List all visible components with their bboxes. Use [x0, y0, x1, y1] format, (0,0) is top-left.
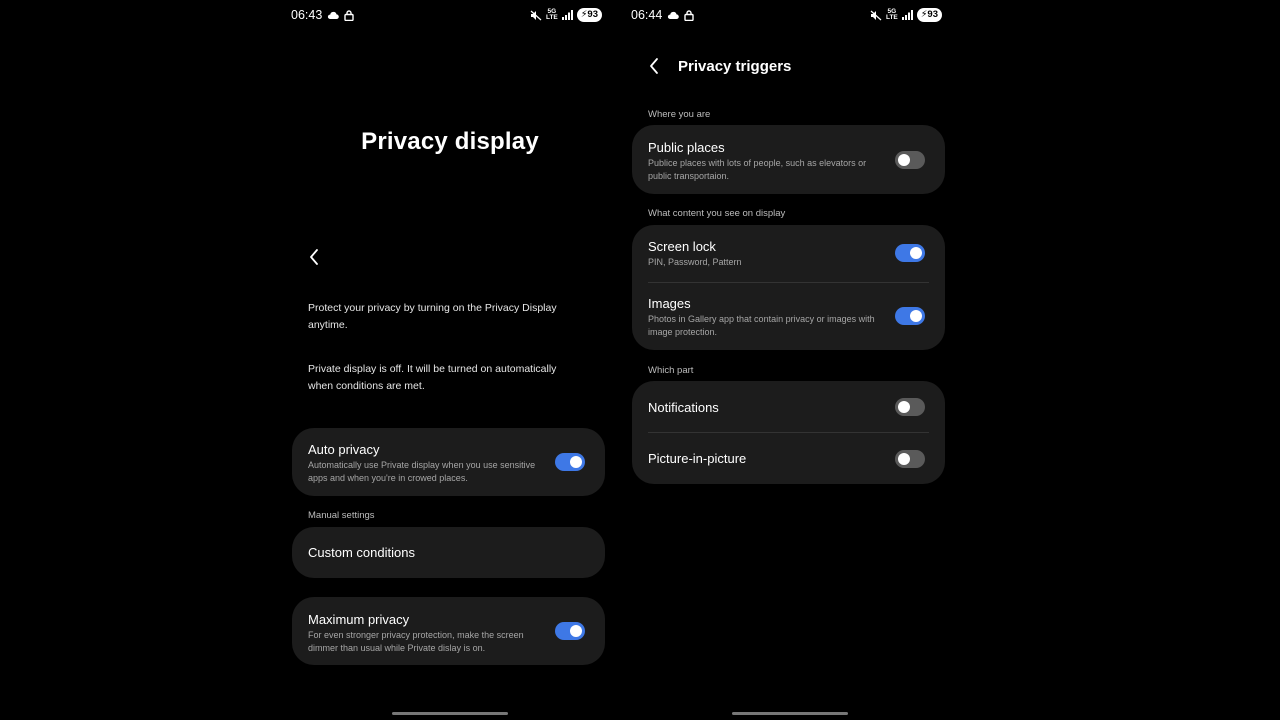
public-places-desc: Publice places with lots of people, such… [648, 158, 867, 181]
manual-settings-label: Manual settings [308, 510, 375, 521]
status-bar: 06:43 5G LTE ⚡93 [291, 7, 602, 25]
status-bar: 06:44 5G LTE ⚡93 [631, 7, 942, 25]
section-where-you-are: Where you are [648, 109, 711, 120]
screen-lock-toggle[interactable] [895, 244, 925, 262]
network-icon: 5G LTE [885, 8, 898, 21]
network-icon: 5G LTE [545, 8, 558, 21]
home-indicator[interactable] [392, 712, 508, 715]
status-time: 06:44 [631, 8, 663, 22]
screen-lock-desc: PIN, Password, Pattern [648, 257, 742, 267]
signal-icon [901, 10, 913, 20]
home-indicator[interactable] [732, 712, 848, 715]
chevron-left-icon [310, 249, 318, 265]
public-places-card[interactable]: Public places Publice places with lots o… [632, 125, 945, 194]
privacy-display-screen: 06:43 5G LTE ⚡93 Privacy display Protect … [280, 0, 620, 720]
lock-icon [344, 9, 354, 21]
section-content-on-display: What content you see on display [648, 208, 786, 219]
auto-privacy-desc: Automatically use Private display when y… [308, 460, 536, 483]
screen-lock-title: Screen lock [648, 239, 716, 254]
custom-conditions-label: Custom conditions [308, 545, 415, 560]
cloud-icon [327, 10, 340, 20]
public-places-toggle[interactable] [895, 151, 925, 169]
auto-privacy-title: Auto privacy [308, 442, 380, 457]
cloud-icon [667, 10, 680, 20]
images-toggle[interactable] [895, 307, 925, 325]
lock-icon [684, 9, 694, 21]
status-time: 06:43 [291, 8, 323, 22]
maximum-privacy-desc: For even stronger privacy protection, ma… [308, 630, 524, 653]
which-part-card: Notifications Picture-in-picture [632, 381, 945, 484]
page-title: Privacy triggers [678, 58, 792, 75]
privacy-triggers-screen: 06:44 5G LTE ⚡93 Privacy triggers Where y… [620, 0, 960, 720]
custom-conditions-item[interactable]: Custom conditions [292, 527, 605, 578]
maximum-privacy-card[interactable]: Maximum privacy For even stronger privac… [292, 597, 605, 665]
pip-toggle[interactable] [895, 450, 925, 468]
pip-title: Picture-in-picture [648, 451, 747, 466]
page-title: Privacy display [361, 128, 539, 155]
auto-privacy-card[interactable]: Auto privacy Automatically use Private d… [292, 428, 605, 496]
battery-indicator: ⚡93 [576, 8, 602, 22]
mute-icon [870, 10, 882, 21]
intro-text: Protect your privacy by turning on the P… [308, 302, 557, 331]
status-text: Private display is off. It will be turne… [308, 363, 557, 392]
notifications-toggle[interactable] [895, 398, 925, 416]
battery-indicator: ⚡93 [916, 8, 942, 22]
notifications-title: Notifications [648, 400, 719, 415]
images-desc: Photos in Gallery app that contain priva… [648, 314, 875, 337]
images-title: Images [648, 296, 691, 311]
public-places-title: Public places [648, 140, 725, 155]
maximum-privacy-title: Maximum privacy [308, 612, 410, 627]
back-button[interactable] [648, 57, 660, 75]
auto-privacy-toggle[interactable] [555, 453, 585, 471]
mute-icon [530, 10, 542, 21]
section-which-part: Which part [648, 365, 694, 376]
signal-icon [561, 10, 573, 20]
content-card: Screen lock PIN, Password, Pattern Image… [632, 225, 945, 350]
chevron-left-icon [650, 58, 658, 74]
back-button[interactable] [308, 248, 320, 266]
maximum-privacy-toggle[interactable] [555, 622, 585, 640]
